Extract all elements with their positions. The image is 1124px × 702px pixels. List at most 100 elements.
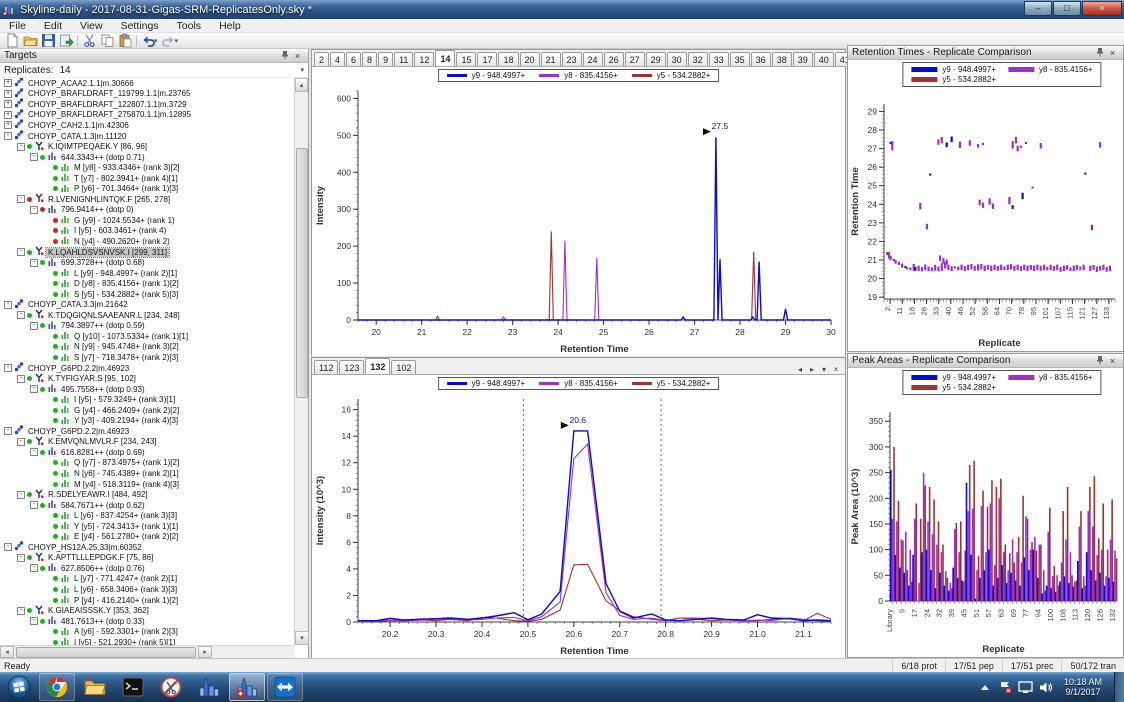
expand-icon[interactable]: + bbox=[4, 79, 12, 88]
replicate-tab-26[interactable]: 26 bbox=[603, 52, 624, 66]
replicate-tab-21[interactable]: 21 bbox=[540, 52, 561, 66]
tree-transition-row[interactable]: L [y6] - 837.4254+ (rank 3)[3] bbox=[0, 510, 295, 521]
tree-precursor-row[interactable]: - 616.8281++ (dotp 0.69) bbox=[0, 447, 295, 458]
tree-transition-row[interactable]: P [y4] - 416.2140+ (rank 1)[2] bbox=[0, 595, 295, 606]
replicate-tab-35[interactable]: 35 bbox=[729, 52, 750, 66]
tree-transition-row[interactable]: I [y5] - 521.2930+ (rank 5)[1] bbox=[0, 637, 295, 645]
taskbar-explorer-button[interactable] bbox=[77, 673, 113, 701]
tree-precursor-row[interactable]: - 699.3728++ (dotp 0.68) bbox=[0, 257, 295, 268]
tree-protein-row[interactable]: - CHOYP_HS12A.25.33|m.60352 bbox=[0, 541, 295, 553]
replicate-tab-27[interactable]: 27 bbox=[624, 52, 645, 66]
tree-protein-row[interactable]: - CHOYP_CATA.1.3|m.11120 bbox=[0, 130, 295, 142]
replicate-tab-132[interactable]: 132 bbox=[365, 358, 391, 374]
replicate-tab-9[interactable]: 9 bbox=[378, 52, 394, 66]
collapse-icon[interactable]: - bbox=[17, 553, 25, 562]
close-icon[interactable]: × bbox=[1106, 47, 1119, 59]
tree-protein-row[interactable]: + CHOYP_CAH2.1.1|m.42306 bbox=[0, 119, 295, 131]
collapse-icon[interactable]: - bbox=[17, 248, 25, 257]
expand-icon[interactable]: + bbox=[4, 121, 12, 130]
replicate-tab-18[interactable]: 18 bbox=[498, 52, 519, 66]
vertical-scrollbar[interactable]: ▴ ▾ bbox=[294, 78, 309, 645]
copy-button[interactable] bbox=[98, 33, 116, 48]
tree-peptide-row[interactable]: - K.TDQGIQNLSAAEANR.L [234, 248] bbox=[0, 309, 295, 321]
open-file-button[interactable] bbox=[21, 33, 39, 48]
collapse-icon[interactable]: - bbox=[4, 132, 12, 140]
scroll-right-icon[interactable]: ▸ bbox=[198, 646, 212, 658]
menu-help[interactable]: Help bbox=[210, 19, 250, 33]
tree-precursor-row[interactable]: - 481.7613++ (dotp 0.33) bbox=[0, 616, 295, 627]
collapse-icon[interactable]: - bbox=[17, 374, 25, 383]
tree-peptide-row[interactable]: - R.SDELYEAWR.I [484, 492] bbox=[0, 489, 295, 500]
tree-transition-row[interactable]: I [y5] - 603.3461+ (rank 4) bbox=[0, 226, 295, 237]
save-file-button[interactable] bbox=[39, 33, 57, 48]
replicate-tab-39[interactable]: 39 bbox=[792, 52, 813, 66]
tree-precursor-row[interactable]: - 644.3343++ (dotp 0.71) bbox=[0, 152, 295, 163]
taskbar-skyline-daily-button[interactable] bbox=[229, 673, 265, 701]
collapse-icon[interactable]: - bbox=[30, 321, 38, 330]
replicate-tab-102[interactable]: 102 bbox=[391, 360, 417, 374]
tree-transition-row[interactable]: D [y8] - 835.4156+ (rank 1)[2] bbox=[0, 278, 295, 289]
tree-precursor-row[interactable]: - 796.9414++ (dotp 0) bbox=[0, 205, 295, 216]
collapse-icon[interactable]: - bbox=[17, 606, 25, 615]
restore-button[interactable]: □ bbox=[1053, 1, 1081, 16]
replicate-tab-30[interactable]: 30 bbox=[666, 52, 687, 66]
replicate-tab-20[interactable]: 20 bbox=[519, 52, 540, 66]
cut-button[interactable] bbox=[80, 33, 98, 48]
pin-icon[interactable] bbox=[1093, 47, 1106, 59]
horizontal-scrollbar[interactable]: ◂ ▸ bbox=[0, 645, 295, 658]
close-icon[interactable]: × bbox=[291, 50, 304, 62]
tree-protein-row[interactable]: - CHOYP_G6PD.2.2|m.46923 bbox=[0, 362, 295, 374]
tree-transition-row[interactable]: N [y6] - 745.4389+ (rank 2)[1] bbox=[0, 468, 295, 479]
menu-file[interactable]: File bbox=[0, 19, 35, 33]
chevron-down-icon[interactable]: ▾ bbox=[300, 66, 304, 74]
tree-transition-row[interactable]: S [y7] - 718.3478+ (rank 2)[3] bbox=[0, 352, 295, 363]
replicate-tab-32[interactable]: 32 bbox=[687, 52, 708, 66]
tree-transition-row[interactable]: P [y6] - 701.3464+ (rank 1)[3] bbox=[0, 183, 295, 194]
collapse-icon[interactable]: - bbox=[17, 437, 25, 446]
collapse-icon[interactable]: - bbox=[17, 195, 25, 204]
replicate-tab-40[interactable]: 40 bbox=[813, 52, 834, 66]
replicate-tab-29[interactable]: 29 bbox=[645, 52, 666, 66]
collapse-icon[interactable]: - bbox=[4, 427, 12, 436]
tree-protein-row[interactable]: + CHOYP_BRAFLDRAFT_122807.1.1|m.3729 bbox=[0, 98, 295, 110]
pa-chart[interactable]: y9 - 948.4997+ y8 - 835.4156+ y5 - 534.288… bbox=[848, 368, 1123, 657]
scroll-up-icon[interactable]: ▴ bbox=[295, 78, 308, 92]
scrollbar-thumb[interactable] bbox=[296, 148, 308, 398]
tree-precursor-row[interactable]: - 584.7671++ (dotp 0.62) bbox=[0, 500, 295, 511]
display-icon[interactable] bbox=[1018, 680, 1033, 694]
collapse-icon[interactable]: - bbox=[4, 543, 12, 552]
collapse-icon[interactable]: - bbox=[30, 258, 38, 267]
replicate-tab-4[interactable]: 4 bbox=[330, 52, 346, 66]
replicate-tab-38[interactable]: 38 bbox=[771, 52, 792, 66]
scrollbar-thumb-h[interactable] bbox=[16, 647, 196, 658]
tree-peptide-row[interactable]: - R.LVENIGNHLINTQK.F [265, 278] bbox=[0, 193, 295, 205]
collapse-icon[interactable]: - bbox=[30, 153, 38, 162]
tree-transition-row[interactable]: L [y6] - 658.3406+ (rank 3)[3] bbox=[0, 584, 295, 595]
action-center-icon[interactable] bbox=[998, 680, 1012, 694]
expand-icon[interactable]: + bbox=[4, 89, 12, 98]
tree-transition-row[interactable]: N [y9] - 945.4748+ (rank 3)[2] bbox=[0, 342, 295, 353]
minimize-button[interactable]: – bbox=[1024, 1, 1052, 16]
collapse-icon[interactable]: - bbox=[30, 564, 38, 573]
tree-protein-row[interactable]: - CHOYP_G6PD.2.2|m.46923 bbox=[0, 425, 295, 437]
tree-protein-row[interactable]: + CHOYP_BRAFLDRAFT_275870.1.1|m.12895 bbox=[0, 109, 295, 121]
collapse-icon[interactable]: - bbox=[17, 142, 25, 151]
tree-transition-row[interactable]: Y [y3] - 409.2194+ (rank 4)[3] bbox=[0, 416, 295, 427]
replicate-tab-15[interactable]: 15 bbox=[456, 52, 477, 66]
tree-transition-row[interactable]: Q [y7] - 873.4975+ (rank 1)[2] bbox=[0, 458, 295, 469]
tree-precursor-row[interactable]: - 495.7558++ (dotp 0.93) bbox=[0, 384, 295, 395]
pin-icon[interactable] bbox=[278, 50, 291, 62]
close-button[interactable]: × bbox=[1082, 1, 1122, 16]
tree-transition-row[interactable]: M [y4] - 518.3119+ (rank 4)[3] bbox=[0, 479, 295, 490]
scroll-tabs-left-icon[interactable]: ◂ bbox=[794, 365, 806, 374]
replicate-tab-17[interactable]: 17 bbox=[477, 52, 498, 66]
tree-peptide-row[interactable]: - K.LQAHLDSVSNVSK.I [299, 311] bbox=[0, 246, 295, 258]
tree-transition-row[interactable]: S [y5] - 534.2882+ (rank 5)[3] bbox=[0, 289, 295, 300]
tree-transition-row[interactable]: N [y4] - 490.2620+ (rank 2) bbox=[0, 236, 295, 247]
menu-tools[interactable]: Tools bbox=[168, 19, 211, 33]
volume-icon[interactable] bbox=[1039, 681, 1053, 694]
menu-edit[interactable]: Edit bbox=[35, 19, 71, 33]
replicate-tab-36[interactable]: 36 bbox=[750, 52, 771, 66]
menu-view[interactable]: View bbox=[71, 19, 112, 33]
collapse-icon[interactable]: - bbox=[30, 205, 38, 214]
